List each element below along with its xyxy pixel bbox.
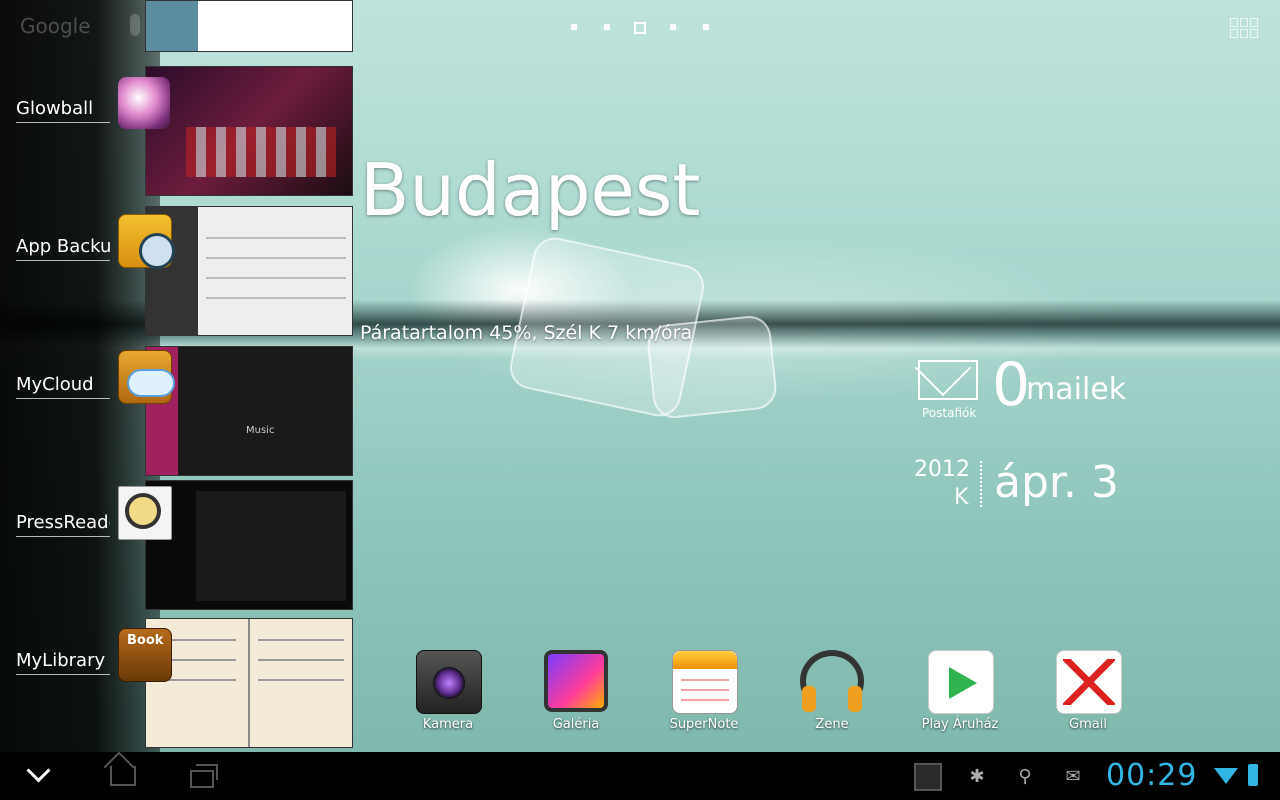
page-indicator-dot [670, 24, 676, 30]
mylibrary-icon-title: Book [127, 633, 164, 648]
recent-apps-icon[interactable] [182, 760, 222, 792]
dock-label: Galéria [552, 717, 600, 732]
dock-item-gmail[interactable]: Gmail [1044, 650, 1132, 740]
play-store-icon [928, 650, 994, 714]
android-debug-icon[interactable]: ✱ [966, 766, 988, 788]
date-separator [980, 461, 982, 507]
page-indicator-current [634, 22, 646, 34]
recent-app-thumbnail-mylibrary[interactable] [145, 618, 353, 748]
glowball-icon [118, 77, 170, 129]
date-widget[interactable]: 2012 K ápr. 3 [910, 455, 1150, 515]
screenshot-icon[interactable] [914, 763, 942, 791]
dock-label: SuperNote [669, 717, 739, 732]
dock-item-play-store[interactable]: Play Áruház [916, 650, 1004, 740]
wifi-icon[interactable] [1214, 768, 1238, 784]
page-indicator-dot [703, 24, 709, 30]
recent-app-thumbnail-pressreader[interactable] [145, 480, 353, 610]
gallery-icon [544, 650, 608, 712]
recent-app-thumbnail-glowball[interactable] [145, 66, 353, 196]
page-indicator-dot [604, 24, 610, 30]
recent-app-label-mycloud[interactable]: MyCloud [16, 374, 110, 399]
recent-app-label-mylibrary[interactable]: MyLibrary [16, 650, 110, 675]
dock-item-kamera[interactable]: Kamera [404, 650, 492, 740]
dock-item-galeria[interactable]: Galéria [532, 650, 620, 740]
recent-app-label-app-backup[interactable]: App Backup [16, 236, 110, 261]
dock-label: Zene [815, 717, 849, 732]
mail-notification-icon[interactable]: ✉ [1062, 766, 1084, 788]
date-day: ápr. 3 [994, 457, 1119, 508]
dock-item-supernote[interactable]: SuperNote [660, 650, 748, 740]
usb-icon[interactable]: ⚲ [1014, 766, 1036, 788]
headphones-icon [800, 650, 864, 712]
dock-label: Kamera [422, 717, 474, 732]
pressreader-icon [118, 486, 172, 540]
date-year: 2012 [914, 457, 970, 482]
date-weekday: K [954, 485, 969, 510]
mic-icon[interactable] [130, 14, 140, 36]
mylibrary-book-icon: Book [118, 628, 172, 682]
mycloud-icon [118, 350, 175, 404]
status-clock[interactable]: 00:29 [1106, 758, 1197, 793]
all-apps-grid-icon[interactable] [1230, 18, 1258, 38]
page-indicator-dot [571, 24, 577, 30]
back-chevron-icon[interactable] [22, 760, 62, 792]
gmail-icon [1056, 650, 1122, 714]
dock-label: Gmail [1069, 717, 1107, 732]
mail-count: 0 [992, 350, 1031, 420]
dock-item-zene[interactable]: Zene [788, 650, 876, 740]
weather-city[interactable]: Budapest [360, 148, 701, 232]
google-search-widget[interactable]: Google [20, 14, 91, 38]
mail-widget[interactable]: Postafiók 0 mailek [916, 350, 1136, 426]
recent-app-thumbnail-mycloud[interactable]: Music [145, 346, 353, 476]
mail-unit: mailek [1026, 372, 1127, 407]
mail-account-label: Postafiók [922, 406, 977, 420]
camera-icon [416, 650, 482, 714]
battery-icon[interactable] [1248, 764, 1258, 786]
app-backup-icon [118, 214, 175, 269]
recent-app-label-pressreader[interactable]: PressReader [16, 512, 110, 537]
mycloud-music-label: Music [246, 425, 275, 436]
recent-app-thumbnail-app-backup[interactable] [145, 206, 353, 336]
recent-app-label-glowball[interactable]: Glowball [16, 98, 110, 123]
home-icon[interactable] [102, 760, 142, 792]
weather-detail: Páratartalom 45%, Szél K 7 km/óra [360, 322, 693, 344]
recent-app-thumbnail[interactable] [145, 0, 353, 52]
dock-label: Play Áruház [921, 717, 999, 732]
supernote-icon [672, 650, 738, 714]
envelope-icon [918, 360, 978, 400]
system-navigation-bar: ✱ ⚲ ✉ 00:29 [0, 752, 1280, 800]
